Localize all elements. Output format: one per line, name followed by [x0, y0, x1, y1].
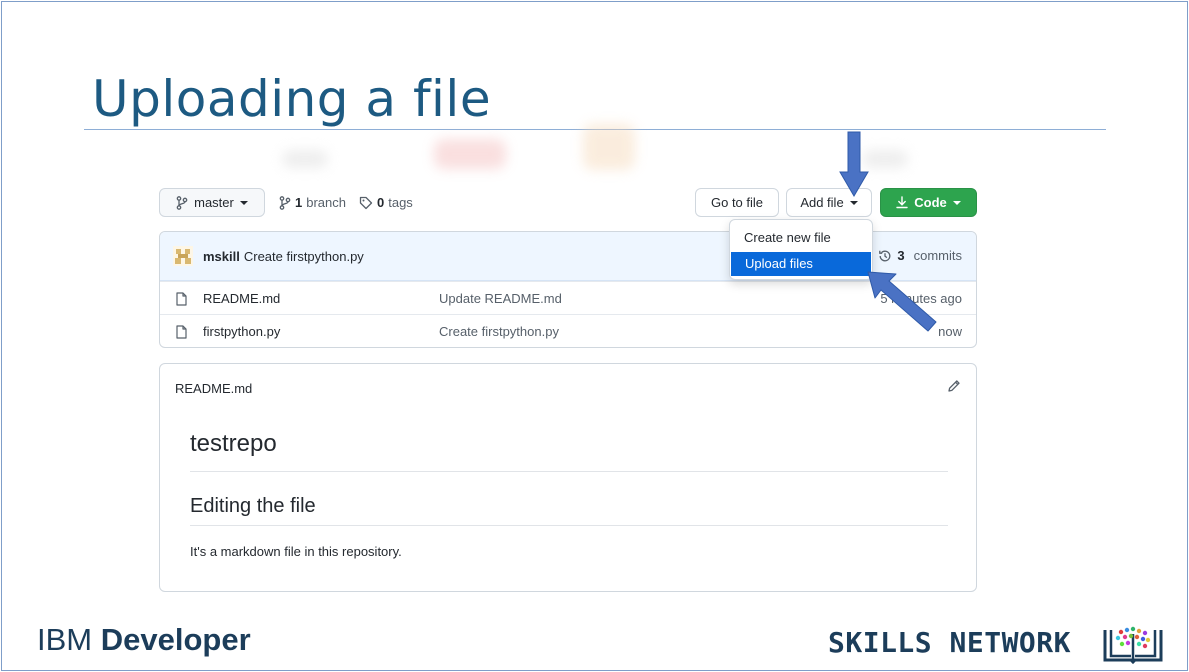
file-commit-message[interactable]: Create firstpython.py: [439, 324, 559, 339]
download-icon: [896, 196, 908, 209]
file-icon: [176, 292, 187, 306]
git-branch-icon: [279, 195, 291, 210]
slide-title: Uploading a file: [92, 70, 492, 128]
readme-subheading-divider: [190, 525, 948, 526]
skills-network-book-icon: [1103, 626, 1163, 664]
commit-author[interactable]: mskill: [203, 249, 240, 264]
menu-item-upload-files[interactable]: Upload files: [731, 252, 871, 276]
file-name-link[interactable]: firstpython.py: [203, 324, 280, 339]
commit-history-link[interactable]: 3 commits: [878, 248, 962, 263]
ibm-developer-logo: IBM Developer: [37, 622, 251, 658]
branches-link[interactable]: 1 branch: [279, 195, 346, 210]
go-to-file-label: Go to file: [710, 195, 764, 210]
tag-count-label: tags: [388, 195, 413, 210]
tags-link[interactable]: 0 tags: [359, 195, 413, 210]
skills-network-logo-text: SKILLS NETWORK: [828, 626, 1072, 659]
pencil-icon[interactable]: [946, 378, 962, 394]
code-label: Code: [914, 195, 947, 210]
file-name-link[interactable]: README.md: [203, 291, 280, 306]
branch-count-label: branch: [306, 195, 346, 210]
down-arrow-pointer: [839, 131, 869, 197]
commit-count: 3: [897, 248, 905, 263]
developer-logo-text: Developer: [100, 622, 251, 657]
readme-filename: README.md: [175, 381, 253, 396]
file-commit-message[interactable]: Update README.md: [439, 291, 562, 306]
readme-heading: testrepo: [190, 430, 277, 457]
readme-subheading: Editing the file: [190, 495, 316, 517]
branch-selector-button[interactable]: master: [159, 188, 265, 217]
add-file-dropdown-menu: Create new file Upload files: [729, 219, 873, 280]
avatar[interactable]: [173, 246, 193, 266]
commit-message[interactable]: Create firstpython.py: [244, 249, 364, 264]
file-commit-age: now: [938, 323, 962, 339]
blurred-background-shape: [583, 124, 635, 170]
table-row[interactable]: README.md Update README.md 5 minutes ago: [160, 281, 976, 314]
history-icon: [879, 250, 891, 261]
readme-heading-divider: [190, 471, 948, 472]
chevron-down-icon: [849, 200, 858, 205]
go-to-file-button[interactable]: Go to file: [695, 188, 779, 217]
tag-icon: [359, 196, 373, 209]
ibm-logo-text: IBM: [37, 622, 93, 657]
table-row[interactable]: firstpython.py Create firstpython.py now: [160, 314, 976, 347]
tag-count: 0: [377, 195, 385, 210]
branch-name: master: [194, 195, 234, 210]
git-branch-icon: [176, 195, 188, 210]
readme-panel: README.md testrepo Editing the file It's…: [159, 363, 977, 592]
code-button[interactable]: Code: [880, 188, 977, 217]
commit-count-label: commits: [913, 248, 962, 263]
readme-paragraph: It's a markdown file in this repository.: [190, 544, 402, 559]
diagonal-arrow-pointer: [867, 271, 937, 332]
blurred-background-shape: [434, 139, 506, 169]
menu-item-create-new-file[interactable]: Create new file: [730, 226, 872, 250]
file-icon: [176, 325, 187, 339]
chevron-down-icon: [239, 200, 248, 205]
branch-count: 1: [295, 195, 303, 210]
chevron-down-icon: [952, 200, 961, 205]
blurred-background-shape: [282, 150, 328, 168]
